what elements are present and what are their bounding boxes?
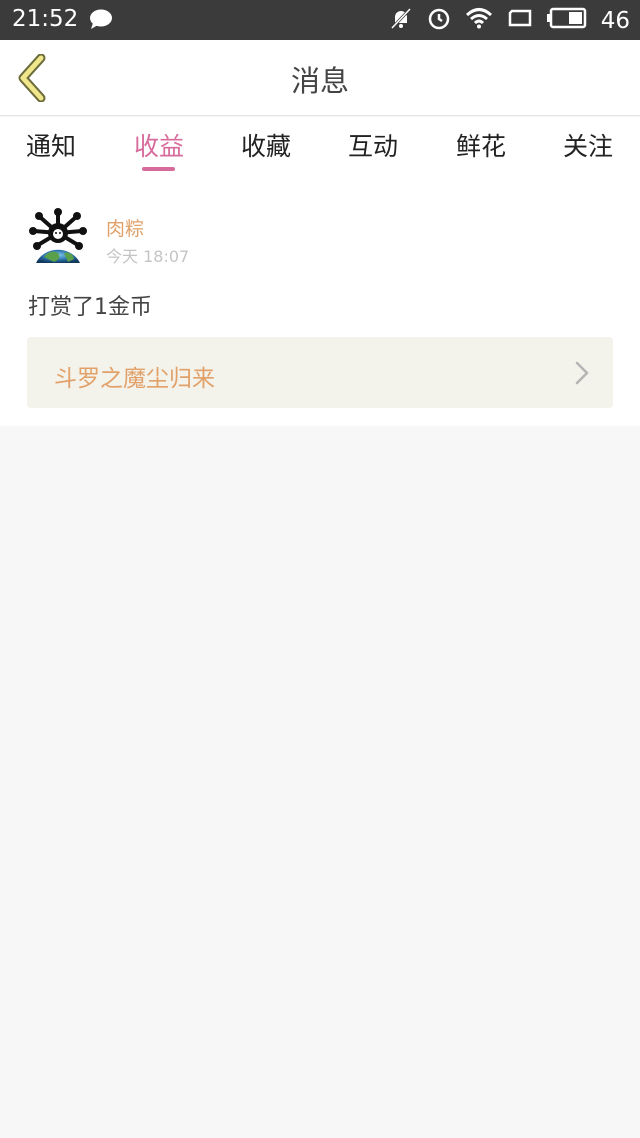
status-icons: 46	[389, 6, 630, 36]
status-time: 21:52	[12, 6, 79, 32]
tab-following[interactable]: 关注	[563, 127, 613, 163]
page-title: 消息	[290, 64, 349, 98]
tab-favorites[interactable]: 收藏	[241, 127, 291, 163]
tab-bar: 通知 收益 收藏 互动 鲜花 关注	[0, 117, 640, 177]
alarm-icon	[427, 6, 451, 36]
message-item: 肉粽 今天 18:07 打赏了1金币 斗罗之魔尘归来	[0, 177, 640, 426]
wifi-icon	[465, 7, 493, 35]
active-tab-indicator	[142, 167, 175, 171]
muted-bell-icon	[389, 6, 413, 36]
book-title: 斗罗之魔尘归来	[54, 366, 215, 392]
tab-flowers[interactable]: 鲜花	[456, 127, 506, 163]
battery-level: 46	[600, 8, 630, 34]
avatar[interactable]	[28, 207, 88, 267]
tab-earnings[interactable]: 收益	[134, 127, 184, 163]
username[interactable]: 肉粽	[106, 214, 144, 241]
tab-interactions[interactable]: 互动	[348, 127, 398, 163]
rotate-icon	[507, 8, 533, 34]
status-bar: 21:52 46	[0, 0, 640, 40]
book-link-card[interactable]: 斗罗之魔尘归来	[27, 337, 613, 408]
nav-header: 消息	[0, 40, 640, 116]
message-timestamp: 今天 18:07	[106, 247, 190, 266]
chevron-right-icon	[575, 361, 589, 385]
battery-icon	[546, 7, 587, 35]
tab-notifications[interactable]: 通知	[26, 127, 76, 163]
message-text: 打赏了1金币	[28, 295, 152, 320]
chat-bubble-icon	[88, 8, 114, 36]
